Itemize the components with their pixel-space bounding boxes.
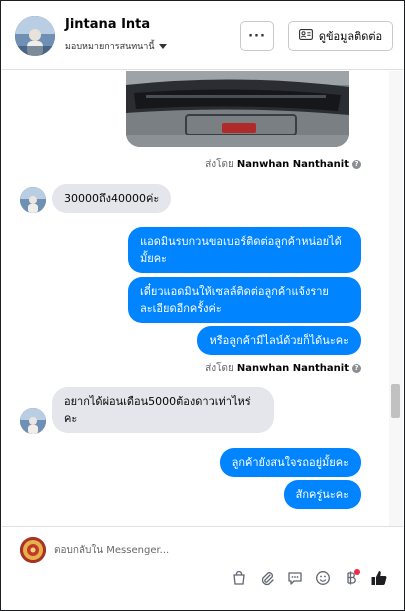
sender-name: Nanwhan Nanthanit <box>236 159 349 170</box>
outgoing-message: หรือลูกค้ามีไลน์ด้วยก็ได้นะคะ <box>197 326 361 355</box>
contact-avatar[interactable] <box>15 16 55 56</box>
contact-name[interactable]: Jintana Inta <box>65 17 150 32</box>
sender-name: Nanwhan Nanthanit <box>236 363 349 374</box>
contact-avatar-small[interactable] <box>20 187 46 213</box>
emoji-icon[interactable] <box>313 568 333 588</box>
incoming-message: 30000ถึง40000ค่ะ <box>52 184 172 213</box>
scrollbar-thumb[interactable] <box>391 384 400 418</box>
view-contact-info-button[interactable]: ดูข้อมูลติดต่อ <box>288 21 393 51</box>
outgoing-message: ลูกค้ายังสนใจรถอยู่มั้ยคะ <box>219 448 361 477</box>
contact-info-label: ดูข้อมูลติดต่อ <box>318 30 383 43</box>
page-avatar <box>20 537 46 563</box>
contact-avatar-small[interactable] <box>20 408 46 434</box>
more-options-button[interactable]: ··· <box>240 21 274 51</box>
sent-by-label: ส่งโดย Nanwhan Nanthanit ? <box>205 157 361 172</box>
contact-card-icon <box>298 29 313 43</box>
outgoing-message: สักครู่นะคะ <box>283 480 361 509</box>
info-icon[interactable]: ? <box>352 160 361 169</box>
car-photo-attachment[interactable] <box>126 71 349 147</box>
assign-label: มอบหมายการสนทนานี้ <box>65 42 155 52</box>
notification-dot <box>354 569 360 575</box>
message-thread: ส่งโดย Nanwhan Nanthanit ? 30000ถึง40000… <box>2 71 403 526</box>
baht-icon[interactable] <box>341 568 361 588</box>
composer-toolbar <box>229 567 389 589</box>
messenger-conversation-panel: Jintana Inta มอบหมายการสนทนานี้ ··· ดูข้… <box>0 0 405 611</box>
more-options-label: ··· <box>248 28 266 44</box>
sent-by-prefix: ส่งโดย <box>205 159 234 170</box>
caret-down-icon <box>158 43 167 49</box>
incoming-message: อยากได้ผ่อนเดือน5000ต้องดาวเท่าไหร่คะ <box>52 387 274 433</box>
shopping-bag-icon[interactable] <box>229 568 249 588</box>
thumbs-up-icon[interactable] <box>369 568 389 588</box>
outgoing-message: แอดมินรบกวนขอเบอร์ติดต่อลูกค้าหน่อยได้มั… <box>128 227 361 273</box>
paperclip-icon[interactable] <box>257 568 277 588</box>
saved-reply-icon[interactable] <box>285 568 305 588</box>
chat-scrollbar[interactable] <box>389 71 403 526</box>
message-composer <box>2 526 403 610</box>
conversation-header: Jintana Inta มอบหมายการสนทนานี้ ··· ดูข้… <box>2 2 403 70</box>
info-icon[interactable]: ? <box>352 364 361 373</box>
sent-by-label: ส่งโดย Nanwhan Nanthanit ? <box>205 361 361 376</box>
assign-conversation-dropdown[interactable]: มอบหมายการสนทนานี้ <box>65 39 167 53</box>
outgoing-message: เดี๋ยวแอดมินให้เซลล์ติดต่อลูกค้าแจ้งรายล… <box>128 277 361 323</box>
sent-by-prefix: ส่งโดย <box>205 363 234 374</box>
reply-input[interactable] <box>54 539 364 561</box>
